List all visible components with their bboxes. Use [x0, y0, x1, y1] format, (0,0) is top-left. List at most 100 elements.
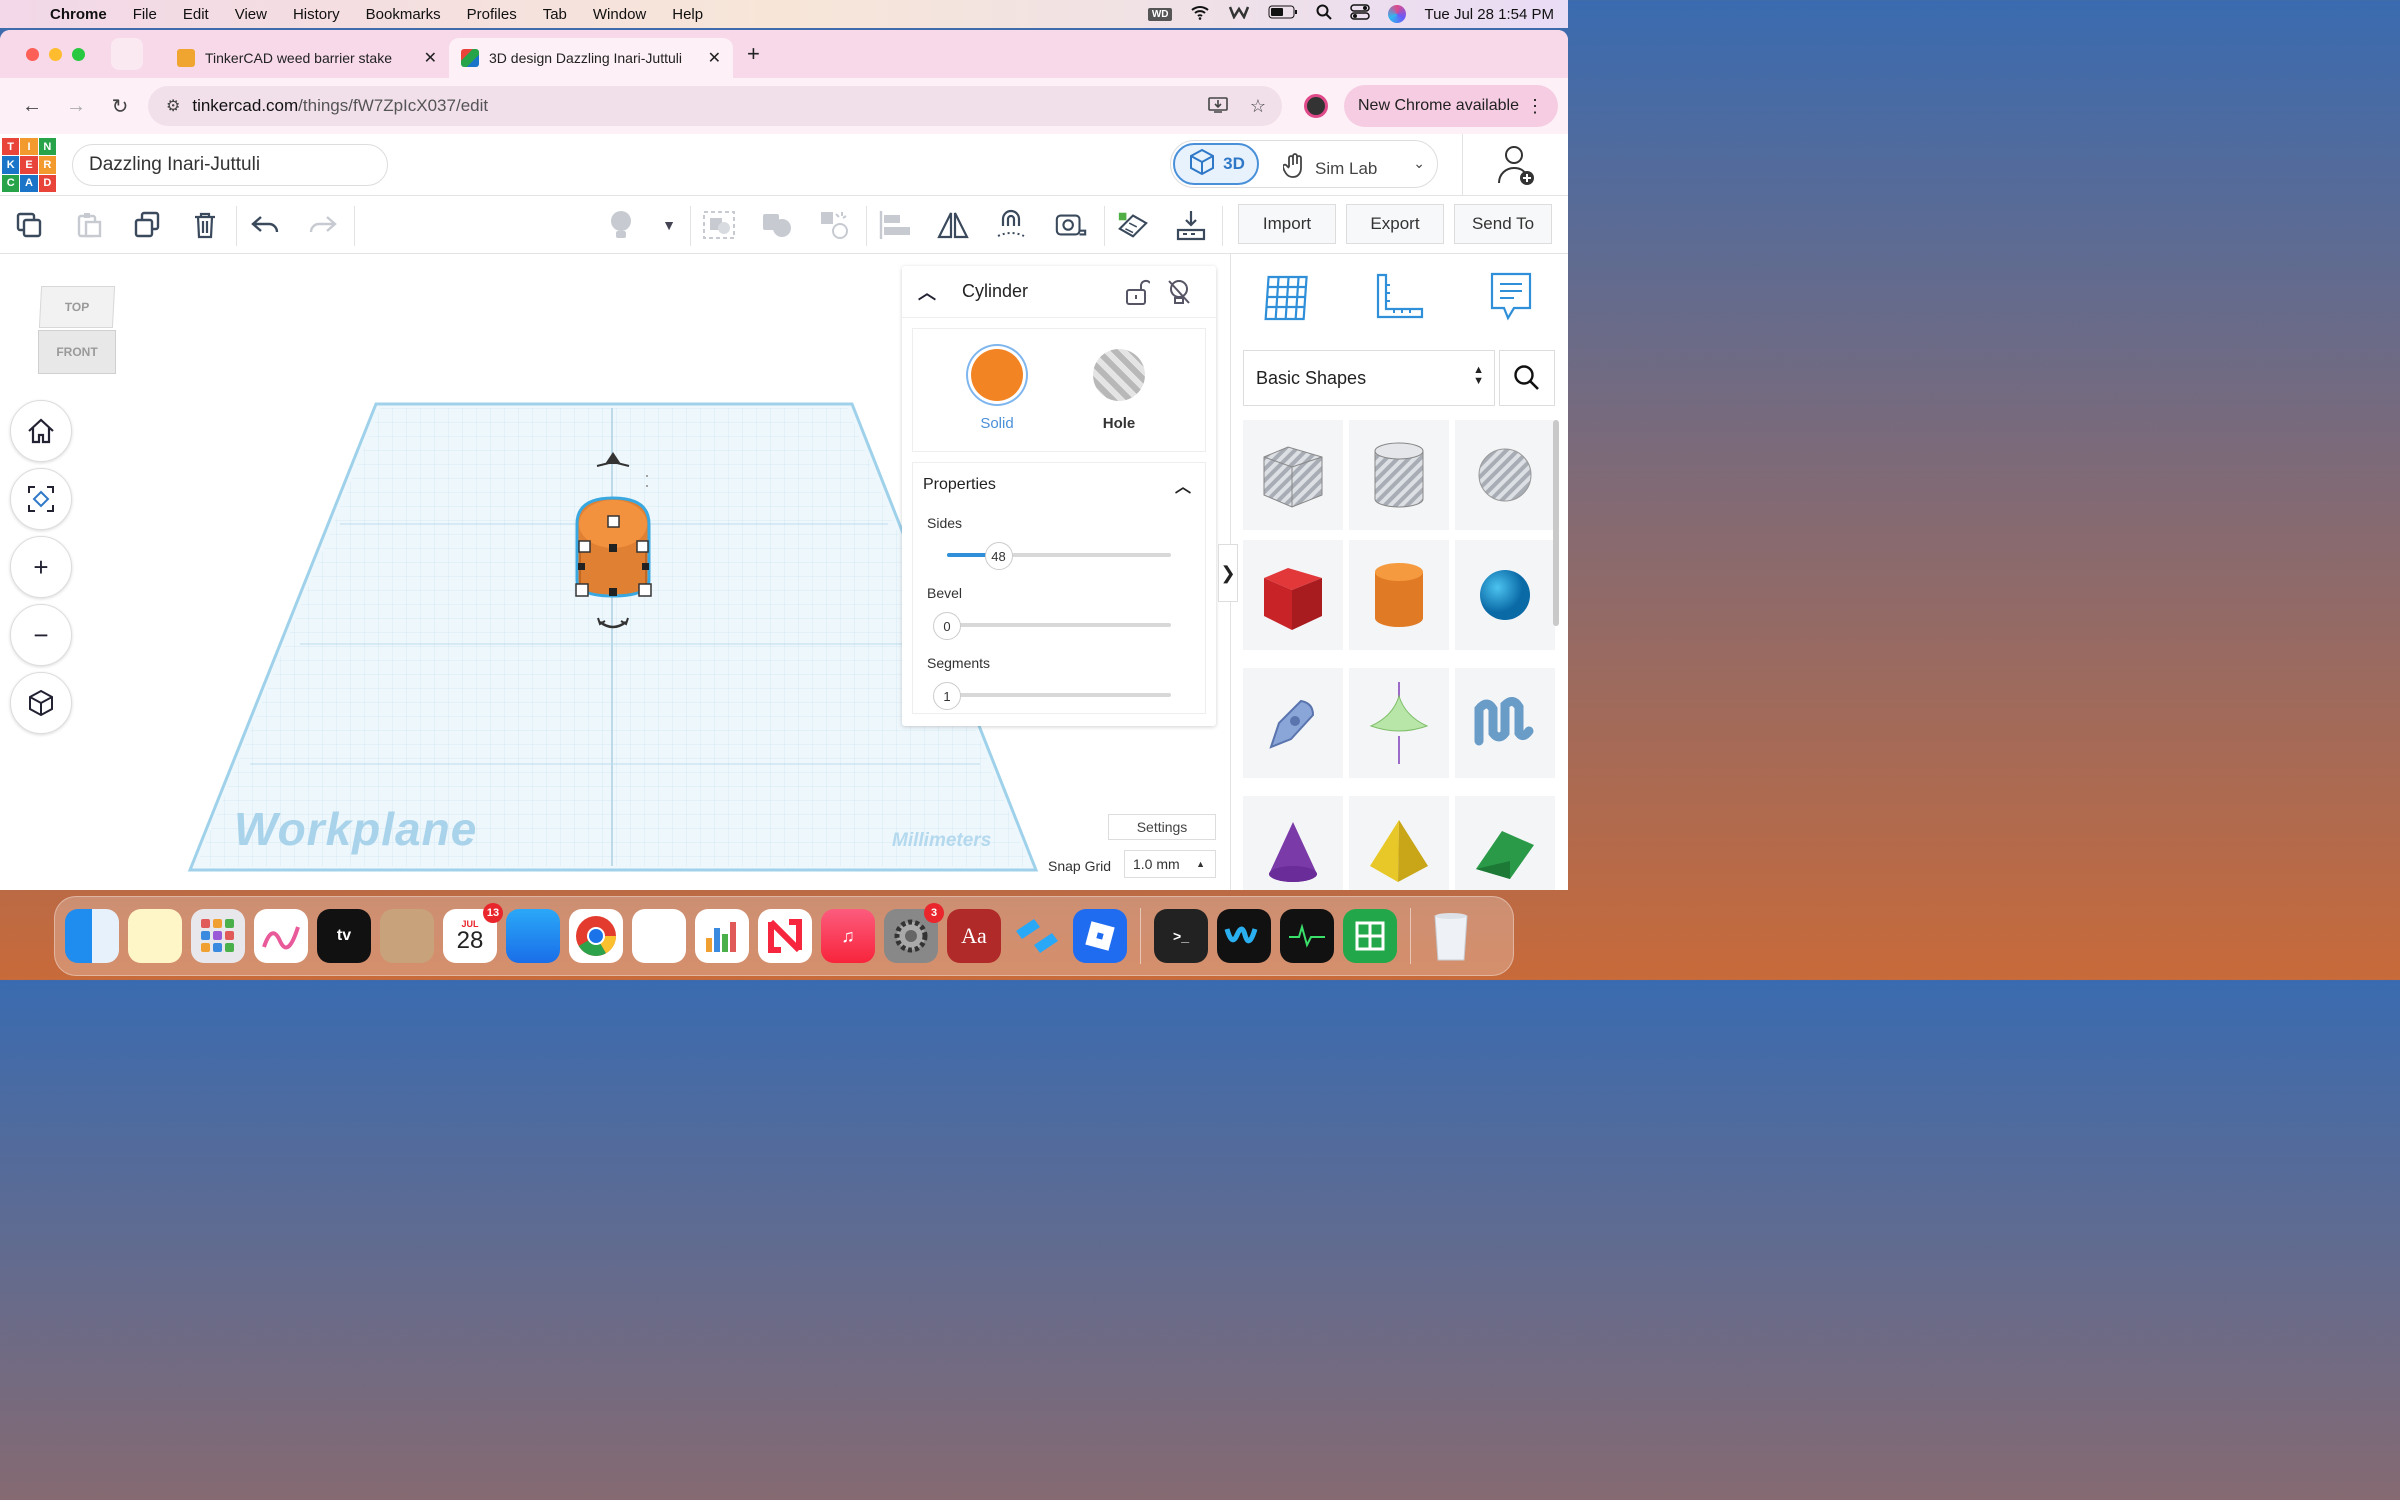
calendar-icon[interactable]: JUL 28 13 [443, 903, 503, 963]
keynote-icon[interactable] [632, 909, 686, 963]
roblox-icon[interactable] [1073, 909, 1127, 963]
chevron-down-icon[interactable]: ⌄ [1413, 155, 1425, 172]
new-tab-button[interactable]: + [747, 41, 760, 67]
sides-slider-handle[interactable]: 48 [984, 542, 1013, 570]
install-app-icon[interactable] [1208, 96, 1228, 119]
export-button[interactable]: Export [1346, 204, 1444, 244]
terminal-icon[interactable]: >_ [1154, 909, 1208, 963]
tinkercad-logo[interactable]: T I N K E R C A D [2, 138, 56, 192]
home-view-button[interactable] [10, 400, 72, 462]
activity-monitor-icon[interactable] [1280, 909, 1334, 963]
3d-viewport[interactable]: TOP FRONT + − Workplane Millimeters ︿ Cy… [0, 254, 1230, 890]
app-store-icon[interactable] [506, 909, 560, 963]
hide-lightbulb-icon[interactable] [1166, 278, 1192, 314]
segments-slider-handle[interactable]: 1 [933, 682, 961, 710]
shape-scribble[interactable] [1243, 668, 1343, 778]
bevel-slider-handle[interactable]: 0 [933, 612, 961, 640]
control-center-icon[interactable] [1350, 4, 1371, 24]
perspective-button[interactable] [10, 672, 72, 734]
zoom-window-button[interactable] [72, 47, 85, 61]
magnet-icon[interactable] [994, 208, 1028, 242]
site-info-icon[interactable]: ⚙ [166, 96, 180, 116]
workplane-icon[interactable] [1116, 208, 1150, 242]
bevel-slider[interactable]: 0 [933, 612, 1171, 640]
mirror-icon[interactable] [936, 208, 970, 242]
snap-grid-select[interactable]: 1.0 mm ▲ [1124, 850, 1216, 878]
menubar-datetime[interactable]: Tue Jul 28 1:54 PM [1424, 6, 1554, 23]
close-icon[interactable]: ✕ [424, 48, 437, 68]
shape-sphere[interactable] [1455, 540, 1555, 650]
solid-label[interactable]: Solid [957, 415, 1037, 432]
finder-icon[interactable] [65, 909, 119, 963]
view-cube[interactable]: TOP FRONT [36, 284, 118, 380]
hole-label[interactable]: Hole [1079, 415, 1159, 432]
settings-button[interactable]: Settings [1108, 814, 1216, 840]
profile-avatar[interactable] [1304, 94, 1328, 118]
menu-file[interactable]: File [133, 6, 157, 23]
notes-app-icon[interactable] [128, 909, 182, 963]
send-to-button[interactable]: Send To [1454, 204, 1552, 244]
news-icon[interactable] [758, 909, 812, 963]
sides-slider[interactable]: 48 [947, 542, 1171, 570]
minimize-window-button[interactable] [49, 47, 62, 61]
shape-sphere-hole[interactable] [1455, 420, 1555, 530]
collapse-chevron-icon[interactable]: ︿ [1175, 473, 1191, 497]
collapse-panel-button[interactable]: ❯ [1218, 544, 1238, 602]
user-account-button[interactable] [1462, 134, 1568, 196]
mode-3d-button[interactable]: 3D [1173, 143, 1259, 185]
shape-search-button[interactable] [1499, 350, 1555, 406]
more-menu-icon[interactable]: ⋮ [1526, 96, 1544, 117]
roblox-studio-icon[interactable] [1010, 909, 1064, 963]
collapse-chevron-icon[interactable]: ︿ [918, 279, 962, 305]
shape-paraboloid[interactable] [1349, 668, 1449, 778]
tab-search-button[interactable] [111, 38, 143, 70]
close-icon[interactable]: ✕ [708, 48, 721, 68]
menu-tab[interactable]: Tab [543, 6, 567, 23]
wd-icon[interactable]: WD [1147, 7, 1173, 21]
tab-weed-barrier[interactable]: TinkerCAD weed barrier stake ✕ [165, 38, 449, 78]
battery-icon[interactable] [1268, 5, 1298, 23]
contacts-icon[interactable] [380, 909, 434, 963]
dictionary-icon[interactable]: Aa [947, 909, 1001, 963]
shape-cylinder[interactable] [1349, 540, 1449, 650]
reload-icon[interactable]: ↻ [108, 94, 132, 119]
chrome-icon[interactable] [569, 909, 623, 963]
shape-squiggle[interactable] [1455, 668, 1555, 778]
solid-color-button[interactable] [971, 349, 1023, 401]
shape-box-hole[interactable] [1243, 420, 1343, 530]
webex-icon[interactable] [1217, 909, 1271, 963]
wifi-icon[interactable] [1190, 4, 1210, 24]
shape-cone[interactable] [1243, 796, 1343, 890]
hole-button[interactable] [1093, 349, 1145, 401]
menu-bookmarks[interactable]: Bookmarks [366, 6, 441, 23]
import-button[interactable]: Import [1238, 204, 1336, 244]
copy-icon[interactable] [12, 208, 46, 242]
menu-window[interactable]: Window [593, 6, 646, 23]
sheets-icon[interactable] [1343, 909, 1397, 963]
forward-icon[interactable]: → [64, 95, 88, 118]
duplicate-icon[interactable] [130, 208, 164, 242]
menu-help[interactable]: Help [672, 6, 703, 23]
music-icon[interactable]: ♫ [821, 909, 875, 963]
shape-roof[interactable] [1455, 796, 1555, 890]
freeform-icon[interactable] [254, 909, 308, 963]
apple-tv-icon[interactable]: tv [317, 909, 371, 963]
menu-profiles[interactable]: Profiles [467, 6, 517, 23]
address-bar[interactable]: ⚙ tinkercad.com/things/fW7ZpIcX037/edit … [148, 86, 1282, 126]
ruler-icon[interactable] [1054, 208, 1088, 242]
chevron-down-icon[interactable]: ▼ [652, 208, 686, 242]
mode-simlab-button[interactable]: Sim Lab [1282, 153, 1377, 184]
delete-icon[interactable] [188, 208, 222, 242]
trash-icon[interactable] [1424, 909, 1478, 963]
properties-header[interactable]: Properties ︿ [913, 463, 1205, 507]
shapes-scrollbar[interactable] [1553, 420, 1559, 626]
lock-icon[interactable] [1124, 278, 1151, 314]
import-shape-icon[interactable] [1174, 208, 1208, 242]
menu-app[interactable]: Chrome [50, 6, 107, 23]
new-chrome-available-button[interactable]: New Chrome available ⋮ [1344, 85, 1558, 127]
spotlight-icon[interactable] [1316, 4, 1333, 24]
notes-icon[interactable] [1483, 270, 1539, 326]
undo-icon[interactable] [248, 208, 282, 242]
shape-box[interactable] [1243, 540, 1343, 650]
segments-slider[interactable]: 1 [933, 682, 1171, 710]
